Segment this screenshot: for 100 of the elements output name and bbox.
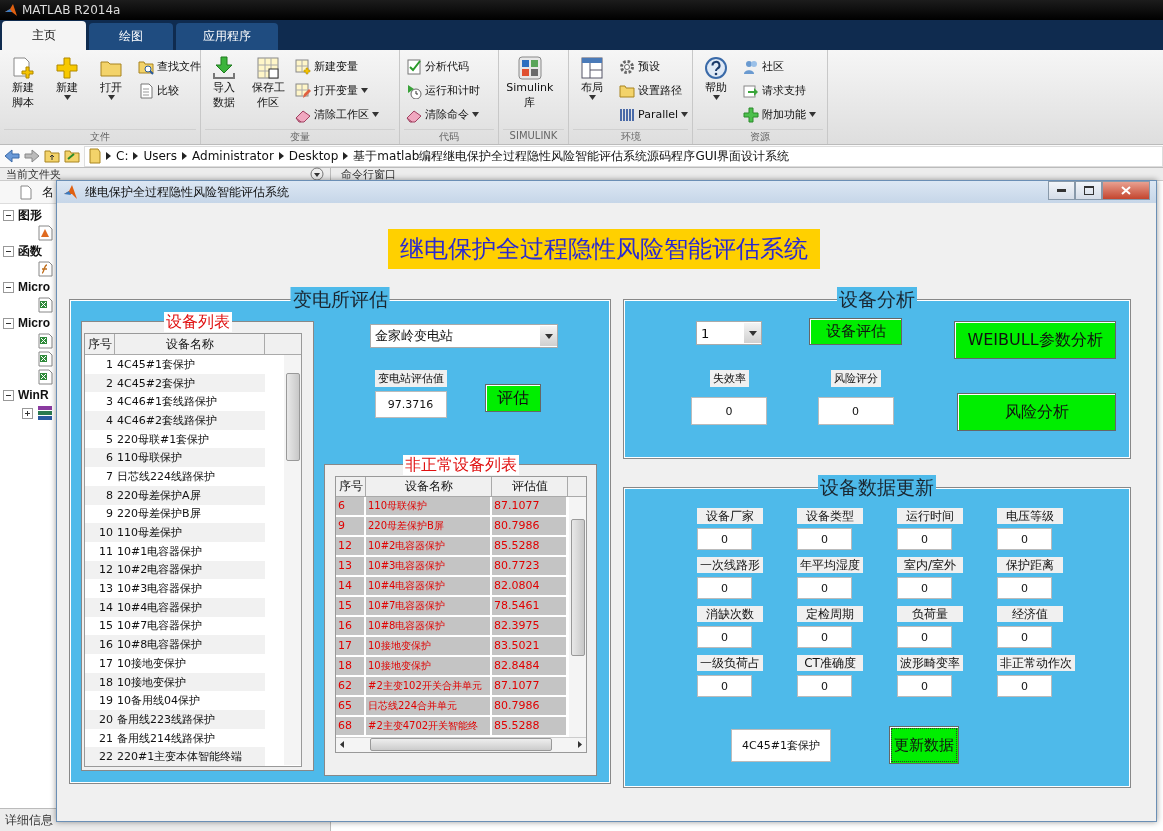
value-field[interactable]: 0: [817, 397, 894, 425]
ribbon-tab[interactable]: 主页: [2, 21, 86, 50]
value-field[interactable]: 0: [797, 626, 852, 648]
path-segment[interactable]: Administrator: [192, 149, 274, 163]
panel-title: 当前文件夹: [6, 168, 61, 180]
value-field[interactable]: 0: [897, 577, 952, 599]
value-field[interactable]: 0: [897, 675, 952, 697]
column-header[interactable]: 序号: [85, 334, 115, 354]
ribbon-button[interactable]: 分析代码: [404, 56, 482, 77]
grid-icon: [256, 56, 281, 80]
app-title: MATLAB R2014a: [22, 3, 121, 17]
table-cell-text: 220母联#1套保护: [116, 431, 211, 448]
field-label: 保护距离: [997, 557, 1063, 573]
table-cell-text: 22: [98, 749, 114, 766]
scrollbar[interactable]: [569, 496, 586, 737]
risk-analysis-button[interactable]: 风险分析: [957, 393, 1116, 431]
table-cell-text: 13: [98, 581, 114, 598]
dropdown[interactable]: 1: [696, 321, 762, 345]
value-field[interactable]: 0: [997, 528, 1052, 550]
column-header[interactable]: 评估值: [492, 477, 568, 496]
ribbon-button[interactable]: 预设: [617, 56, 691, 77]
evaluate-button[interactable]: 设备评估: [809, 318, 902, 345]
page-heading: 继电保护全过程隐性风险智能评估系统: [387, 229, 820, 269]
table-cell-text: 8: [105, 487, 114, 504]
ribbon-button[interactable]: Simulink 库: [503, 56, 557, 129]
table-cell: 18: [336, 656, 366, 675]
ribbon-button[interactable]: 布局: [573, 56, 611, 129]
value-field[interactable]: 0: [797, 675, 852, 697]
ribbon-button[interactable]: 新建脚本: [4, 56, 42, 129]
expand-icon[interactable]: [22, 407, 33, 419]
value-field[interactable]: 0: [797, 528, 852, 550]
ribbon-button[interactable]: 打开变量: [293, 80, 382, 101]
column-header[interactable]: 设备名称: [115, 334, 265, 354]
collapse-icon[interactable]: [3, 209, 14, 221]
ribbon-button[interactable]: 保存工作区: [249, 56, 288, 129]
table-cell-text: 7: [105, 468, 114, 485]
collapse-icon[interactable]: [3, 281, 14, 293]
value-field[interactable]: 0: [691, 397, 767, 425]
path-segment[interactable]: C:: [116, 149, 129, 163]
table-cell-text: 19: [98, 693, 114, 710]
ribbon-button[interactable]: 导入数据: [205, 56, 243, 129]
ribbon-tab[interactable]: 绘图: [89, 23, 173, 50]
device-name-field[interactable]: 4C45#1套保护: [731, 728, 831, 762]
ribbon-button[interactable]: 新建: [48, 56, 86, 129]
caret-icon: [748, 330, 757, 336]
table-cell-text: 10备用线04保护: [116, 693, 201, 710]
maximize-button[interactable]: [1075, 181, 1102, 200]
ribbon-button[interactable]: 附加功能: [741, 104, 818, 125]
column-header[interactable]: 序号: [336, 477, 366, 496]
ribbon-button[interactable]: 清除工作区: [293, 104, 382, 125]
value-field[interactable]: 0: [697, 675, 752, 697]
layout-icon: [580, 56, 604, 80]
field-label: 一次线路形: [697, 557, 763, 573]
ribbon-button[interactable]: 打开: [92, 56, 130, 129]
value-field[interactable]: 0: [697, 577, 752, 599]
ribbon-button[interactable]: 请求支持: [741, 80, 818, 101]
value-field[interactable]: 0: [897, 626, 952, 648]
value-field[interactable]: 0: [697, 528, 752, 550]
column-header[interactable]: 设备名称: [366, 477, 492, 496]
close-button[interactable]: [1102, 181, 1150, 200]
blocks-icon: [517, 56, 542, 80]
collapse-icon[interactable]: [3, 317, 14, 329]
minimize-button[interactable]: [1048, 181, 1075, 200]
gear-icon: [619, 58, 635, 75]
ribbon-button[interactable]: 查找文件: [136, 56, 203, 77]
dropdown[interactable]: 金家岭变电站: [370, 324, 558, 348]
ribbon-button[interactable]: 清除命令: [404, 104, 482, 125]
column-header[interactable]: 名: [42, 183, 54, 201]
ribbon-button[interactable]: 社区: [741, 56, 818, 77]
ribbon-button[interactable]: 新建变量: [293, 56, 382, 77]
value-field[interactable]: 0: [997, 626, 1052, 648]
ribbon-button[interactable]: 帮助: [697, 56, 735, 129]
value-field[interactable]: 0: [797, 577, 852, 599]
ribbon-tab[interactable]: 应用程序: [176, 23, 278, 50]
field-label: 一级负荷占: [697, 655, 763, 671]
value-field[interactable]: 0: [997, 577, 1052, 599]
path-segment[interactable]: Desktop: [288, 149, 339, 163]
table-cell-text: 17: [98, 655, 114, 672]
collapse-icon[interactable]: [3, 389, 14, 401]
scrollbar[interactable]: [284, 355, 301, 765]
evaluate-button[interactable]: 评估: [485, 384, 541, 412]
table-cell: 9: [336, 516, 366, 535]
path-segment[interactable]: Users: [143, 149, 178, 163]
table-cell: 15: [336, 596, 366, 615]
collapse-icon[interactable]: [3, 245, 14, 257]
table-cell-text: 4C46#2套线路保护: [116, 412, 218, 429]
value-field[interactable]: 0: [897, 528, 952, 550]
update-button[interactable]: 更新数据: [889, 726, 959, 764]
table-cell: 10#4电容器保护: [366, 576, 492, 595]
ribbon-button[interactable]: 设置路径: [617, 80, 691, 101]
ribbon-button[interactable]: Parallel: [617, 104, 691, 125]
value-field[interactable]: 97.3716: [374, 391, 447, 418]
ribbon-button[interactable]: 比较: [136, 80, 203, 101]
scroll-left-icon: [340, 741, 344, 749]
ribbon-button[interactable]: 运行和计时: [404, 80, 482, 101]
value-field[interactable]: 0: [697, 626, 752, 648]
path-segment[interactable]: 基于matlab编程继电保护全过程隐性风险智能评估系统源码程序GUI界面设计系统: [353, 147, 790, 165]
value-field[interactable]: 0: [997, 675, 1052, 697]
matlab-logo-icon: [4, 3, 18, 17]
analysis-button[interactable]: WEIBULL参数分析: [954, 321, 1116, 359]
